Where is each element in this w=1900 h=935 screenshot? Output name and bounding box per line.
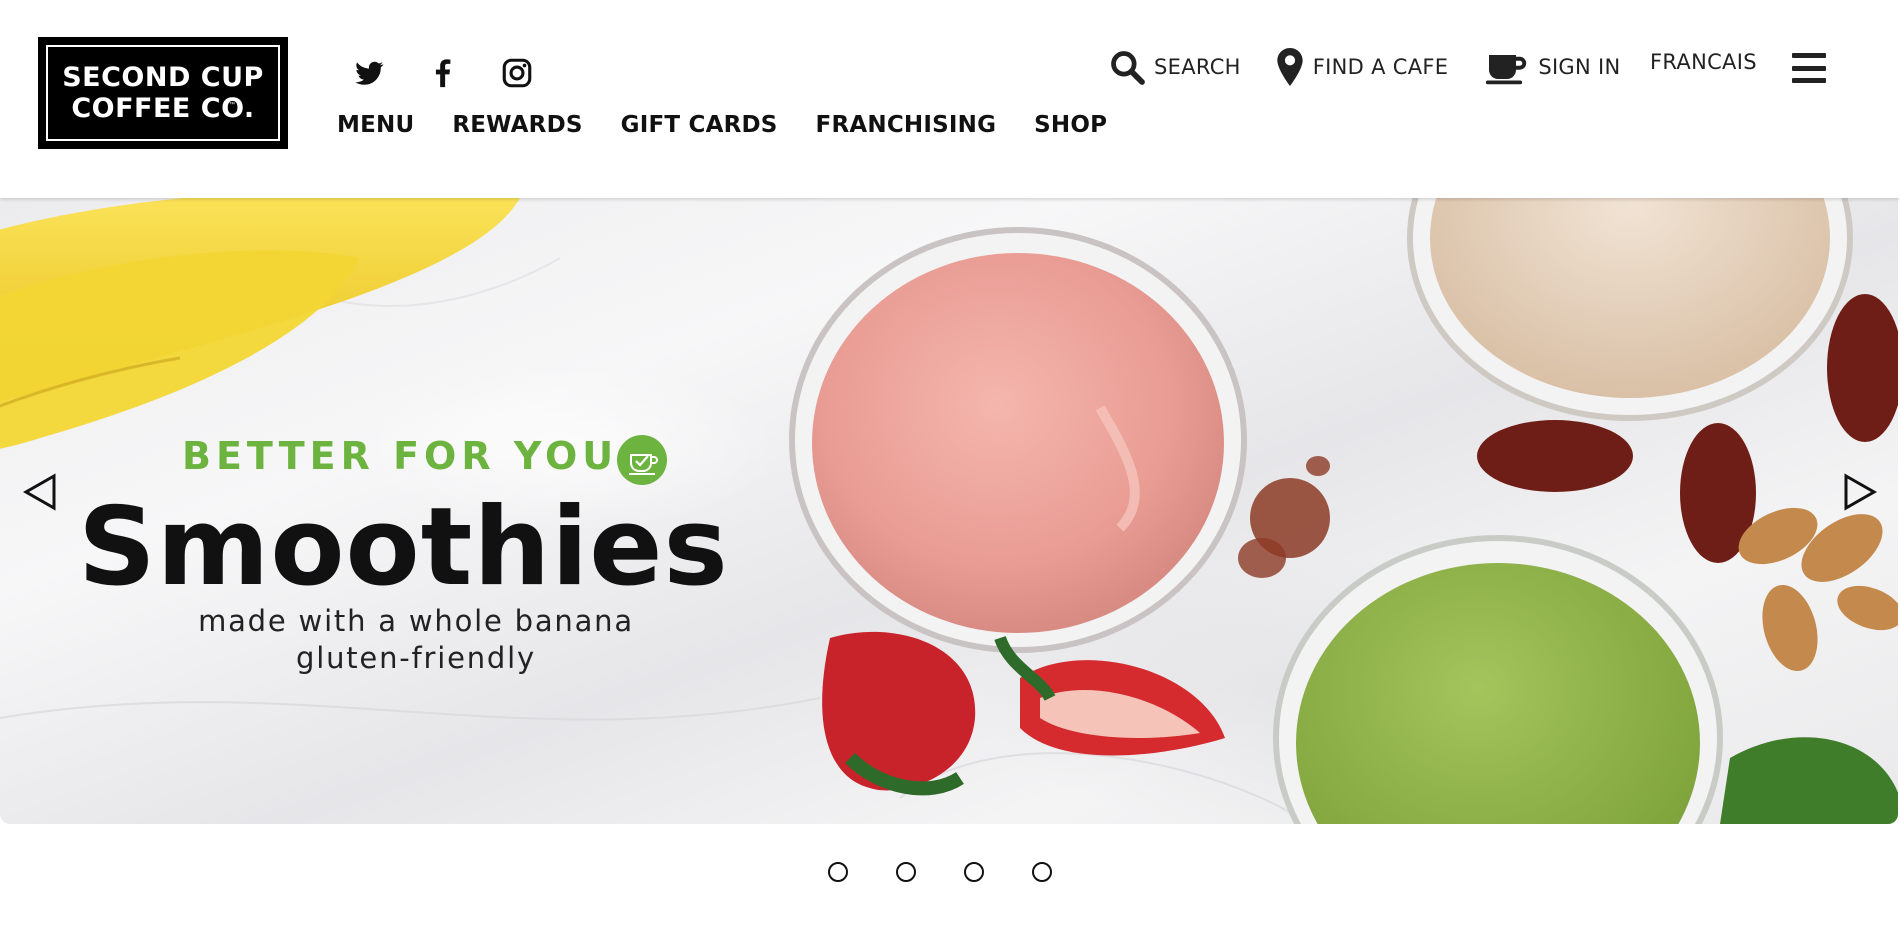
carousel-dot-3[interactable] <box>964 862 984 882</box>
nav-item-menu[interactable]: MENU <box>337 112 414 138</box>
carousel-dot-1[interactable] <box>828 862 848 882</box>
find-a-cafe-button[interactable]: FIND A CAFE <box>1277 48 1449 86</box>
hero-copy: BETTER FOR YOU Smoothies made with a who… <box>0 198 1898 824</box>
logo-line-1: SECOND CUP <box>62 62 264 93</box>
sign-in-button[interactable]: SIGN IN <box>1486 48 1620 86</box>
language-label: FRANCAIS <box>1650 50 1757 74</box>
carousel-dot-4[interactable] <box>1032 862 1052 882</box>
twitter-link[interactable] <box>352 56 386 90</box>
hero-carousel: BETTER FOR YOU Smoothies made with a who… <box>0 198 1898 824</box>
carousel-dot-2[interactable] <box>896 862 916 882</box>
search-button[interactable]: SEARCH <box>1108 48 1241 86</box>
main-navigation: MENU REWARDS GIFT CARDS FRANCHISING SHOP <box>337 112 1145 138</box>
instagram-icon <box>502 58 532 88</box>
site-header: SECOND CUP COFFEE CO. ™ MENU REWARDS GIF… <box>0 0 1900 198</box>
nav-item-franchising[interactable]: FRANCHISING <box>816 112 997 138</box>
hamburger-menu-icon[interactable] <box>1792 53 1826 83</box>
instagram-link[interactable] <box>500 56 534 90</box>
facebook-icon <box>435 59 451 88</box>
carousel-pagination <box>828 862 1052 882</box>
find-a-cafe-label: FIND A CAFE <box>1312 55 1449 79</box>
utility-nav: SEARCH FIND A CAFE SIGN IN <box>1108 48 1659 86</box>
social-links <box>352 56 534 90</box>
map-pin-icon <box>1277 48 1303 86</box>
carousel-next-arrow-icon[interactable] <box>1840 472 1880 512</box>
logo-trademark: ™ <box>229 102 235 108</box>
nav-item-gift-cards[interactable]: GIFT CARDS <box>621 112 778 138</box>
logo-line-2: COFFEE CO. <box>71 93 255 124</box>
hero-subline-2: gluten-friendly <box>296 641 536 675</box>
nav-item-rewards[interactable]: REWARDS <box>452 112 582 138</box>
search-icon <box>1111 51 1145 85</box>
twitter-icon <box>355 61 384 85</box>
facebook-link[interactable] <box>426 56 460 90</box>
second-cup-logo[interactable]: SECOND CUP COFFEE CO. ™ <box>38 37 288 149</box>
nav-item-shop[interactable]: SHOP <box>1034 112 1107 138</box>
hero-headline: Smoothies <box>78 485 729 610</box>
carousel-prev-arrow-icon[interactable] <box>20 472 60 512</box>
search-label: SEARCH <box>1154 55 1241 79</box>
hero-subline-1: made with a whole banana <box>198 604 634 638</box>
coffee-cup-icon <box>1486 55 1527 85</box>
sign-in-label: SIGN IN <box>1538 55 1621 79</box>
hero-eyebrow: BETTER FOR YOU <box>182 434 619 478</box>
coffee-cup-check-icon <box>617 435 667 485</box>
language-toggle[interactable]: FRANCAIS <box>1650 50 1757 74</box>
